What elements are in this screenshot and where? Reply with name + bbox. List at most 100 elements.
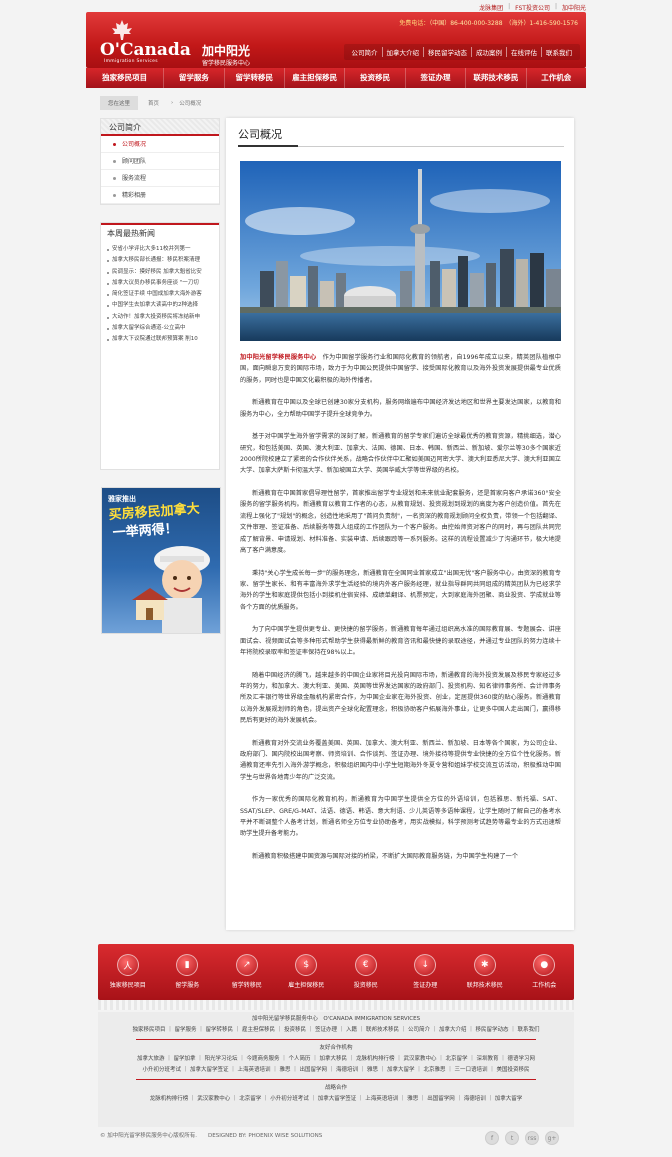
subnav-item[interactable]: 公司简介 <box>348 47 383 57</box>
footer-service-item[interactable]: ▮ 留学服务 <box>158 944 218 1000</box>
sidebar-menu: 公司简介 公司概况 顾问团队 服务流程 精彩相册 <box>100 118 220 205</box>
news-item[interactable]: 简化签证手续 中国成加拿大海外游客 <box>107 289 213 300</box>
twitter-icon[interactable]: t <box>505 1131 519 1145</box>
news-item[interactable]: 加拿大议员办移民事务座谈 "一刀切 <box>107 278 213 289</box>
top-links: 龙脉集团 | FST投资公司 | 加中阳光 <box>479 3 586 12</box>
maple-leaf-icon <box>112 20 132 40</box>
nav-item[interactable]: 签证办理 <box>406 68 467 88</box>
header-subnav: 公司简介 加拿大介绍 移民留学动态 成功案例 在线评估 联系我们 <box>343 44 580 60</box>
top-strip: 龙脉集团 | FST投资公司 | 加中阳光 <box>0 0 672 12</box>
footer-service-bar: 人独家移民项目 ▮ 留学服务 ↗ 留学转移民 $ 雇主担保移民 € 投资移民 ↓ 签证办理… <box>98 944 574 1000</box>
news-item[interactable]: 中国学生去加拿大读高中的2种选择 <box>107 300 213 311</box>
person-icon: 人 <box>116 954 139 976</box>
footer-decoration <box>98 1000 574 1010</box>
sidebar-item-team[interactable]: 顾问团队 <box>101 153 219 170</box>
top-link[interactable]: 龙脉集团 <box>479 3 503 12</box>
subnav-item[interactable]: 在线评估 <box>507 47 542 57</box>
brand-name: O'Canada <box>100 40 191 60</box>
toronto-skyline-photo <box>240 161 561 341</box>
article-paragraph: 随着中国经济的腾飞，越来越多的中国企业家将目光投向国际市场，新通教育的海外投资发… <box>240 671 561 724</box>
footer-service-item[interactable]: ● 工作机会 <box>515 944 575 1000</box>
footer-links[interactable]: 独家移民项目 ｜ 留学服务 ｜ 留学转移民 ｜ 雇主担保移民 ｜ 投资移民 ｜ … <box>98 1025 574 1036</box>
footer-service-item[interactable]: ↗ 留学转移民 <box>217 944 277 1000</box>
article-paragraph: 新通教育在中国首家倡导理性留学，首家推出留学专业规划和未来就业配套服务，还是首家… <box>240 490 561 554</box>
site-logo[interactable]: O'Canada Immigration Services 加中阳光 留学移民服… <box>92 18 272 67</box>
footer-service-label: 雇主担保移民 <box>288 982 325 989</box>
footer-service-item[interactable]: ↓ 签证办理 <box>396 944 456 1000</box>
footer-service-item[interactable]: ✱ 联邦技术移民 <box>455 944 515 1000</box>
news-item[interactable]: 加拿大下议院通过联邦预算案 削10 <box>107 334 213 345</box>
gear-icon: ✱ <box>473 954 496 976</box>
title-divider <box>238 145 564 147</box>
copyright: © 加中阳光留学移民服务中心版权所有. DESIGNED BY: PHOENIX… <box>100 1133 323 1139</box>
sidebar-item-process[interactable]: 服务流程 <box>101 170 219 187</box>
article-body: 加中阳光留学移民服务中心 作为中国留学服务行业和国际化教育的领航者，自1996年… <box>240 352 561 874</box>
main-content: 公司概况 加中阳光留学移民服务中心 作为中国留学服务行业和国际化教育的领航者，自… <box>226 118 574 930</box>
news-item[interactable]: 安省小学评比大多11校并列第一 <box>107 244 213 255</box>
divider: | <box>554 3 557 10</box>
news-item[interactable]: 民调显示：摸好移民 加拿大魁省比安 <box>107 267 213 278</box>
footer-divider <box>136 1079 536 1080</box>
promo-banner[interactable]: 雅家推出 买房移民加拿大 一举两得！ <box>101 487 221 634</box>
download-icon: ↓ <box>414 954 437 976</box>
strategic-title: 战略合作 <box>324 1085 347 1091</box>
nav-item[interactable]: 独家移民项目 <box>86 68 165 88</box>
article-paragraph: 新通教育积极搭建中国资源与国际对接的桥梁，不断扩大国际教育服务链，为中国学生构建… <box>252 853 519 861</box>
footer-service-label: 独家移民项目 <box>109 982 146 989</box>
hot-news-list: 安省小学评比大多11校并列第一 加拿大移民部长通报：移民积案清理 民调显示：摸好… <box>101 241 219 349</box>
currency-icon: € <box>354 954 377 976</box>
news-item[interactable]: 加拿大移民部长通报：移民积案清理 <box>107 255 213 266</box>
subnav-item[interactable]: 成功案例 <box>472 47 507 57</box>
partners-title: 友好合作机构 <box>319 1045 353 1051</box>
subnav-item[interactable]: 移民留学动态 <box>424 47 472 57</box>
nav-item[interactable]: 工作机会 <box>527 68 586 88</box>
article-paragraph: 加中阳光留学移民服务中心 作为中国留学服务行业和国际化教育的领航者，自1996年… <box>240 352 561 386</box>
strategic-links[interactable]: 龙脉机构排行榜 ｜ 武汉家教中心 ｜ 北京留学 ｜ 小升初分班考试 ｜ 加拿大留… <box>98 1094 574 1105</box>
promo-illustration <box>132 546 210 633</box>
rss-icon[interactable]: rss <box>525 1131 539 1145</box>
breadcrumb-home[interactable]: 首页 <box>148 99 159 107</box>
nav-item[interactable]: 投资移民 <box>345 68 406 88</box>
footer-service-item[interactable]: 人独家移民项目 <box>98 944 158 1000</box>
footer-service-label: 签证办理 <box>413 982 438 989</box>
footer-service-label: 投资移民 <box>353 982 378 989</box>
article-paragraph: 作为一家优秀的国际化教育机构，新通教育为中国学生提供全方位的外语培训，包括雅思、… <box>240 796 561 838</box>
sidebar-item-album[interactable]: 精彩相册 <box>101 187 219 204</box>
nav-item[interactable]: 留学服务 <box>164 68 225 88</box>
footer-service-label: 留学转移民 <box>231 982 262 989</box>
nav-item[interactable]: 雇主担保移民 <box>285 68 346 88</box>
article-lead: 加中阳光留学移民服务中心 <box>240 354 317 361</box>
footer-service-label: 联邦技术移民 <box>466 982 503 989</box>
footer-service-label: 留学服务 <box>175 982 200 989</box>
nav-item[interactable]: 联邦技术移民 <box>466 68 527 88</box>
google-plus-icon[interactable]: g+ <box>545 1131 559 1145</box>
facebook-icon[interactable]: f <box>485 1131 499 1145</box>
breadcrumb-label: 您在这里 <box>100 96 139 110</box>
hotline-number: （中国）86-400-000-3288 （海外）1-416-590-1576 <box>429 20 578 27</box>
sidebar: 公司简介 公司概况 顾问团队 服务流程 精彩相册 本周最热新闻 安省小学评比大多… <box>100 118 221 634</box>
partner-links[interactable]: 小升初分班考试 ｜ 加拿大留学签证 ｜ 上海英语培训 ｜ 雅思 ｜ 出国留学网 … <box>98 1065 574 1076</box>
subnav-item[interactable]: 加拿大介绍 <box>383 47 424 57</box>
article-paragraph: 新通教育对外交流业务覆盖美国、英国、加拿大、澳大利亚、新西兰、新加坡、日本等各个… <box>240 739 561 781</box>
brand-chinese-name: 加中阳光 <box>202 44 251 58</box>
nav-item[interactable]: 留学转移民 <box>225 68 285 88</box>
sidebar-title: 公司简介 <box>101 119 219 136</box>
footer-service-label: 工作机会 <box>532 982 557 989</box>
article-paragraph: 新通教育在中国以及全球已创建30家分支机构，服务网络遍布中国经济发达地区和世界主… <box>240 399 561 418</box>
subnav-item[interactable]: 联系我们 <box>542 47 576 57</box>
main-nav: 独家移民项目 留学服务 留学转移民 雇主担保移民 投资移民 签证办理 联邦技术移… <box>86 68 586 88</box>
social-links: f t rss g+ <box>485 1131 559 1145</box>
news-item[interactable]: 加拿大留学综合通道-公立高中 <box>107 323 213 334</box>
brand-subtitle: Immigration Services <box>104 59 158 64</box>
breadcrumb: 您在这里 首页 › 公司概况 <box>100 96 213 110</box>
sidebar-item-overview[interactable]: 公司概况 <box>101 136 219 153</box>
brand-chinese-subtitle: 留学移民服务中心 <box>202 60 251 67</box>
partner-links[interactable]: 加拿大旅游 ｜ 留学加拿 ｜ 阳光学习论坛 ｜ 今题商务服务 ｜ 个人简历 ｜ … <box>98 1054 574 1065</box>
footer-service-item[interactable]: € 投资移民 <box>336 944 396 1000</box>
footer-service-item[interactable]: $ 雇主担保移民 <box>277 944 337 1000</box>
news-item[interactable]: 大动作！加拿大投资移民将冻结新申 <box>107 312 213 323</box>
top-link[interactable]: FST投资公司 <box>515 3 550 12</box>
hotline-label: 免费电话： <box>399 20 430 27</box>
top-link[interactable]: 加中阳光 <box>562 3 586 12</box>
article-paragraph: 为了向中国学生提供更专业、更快捷的留学服务，新通教育每年通过组织高水准的国际教育… <box>240 626 561 656</box>
